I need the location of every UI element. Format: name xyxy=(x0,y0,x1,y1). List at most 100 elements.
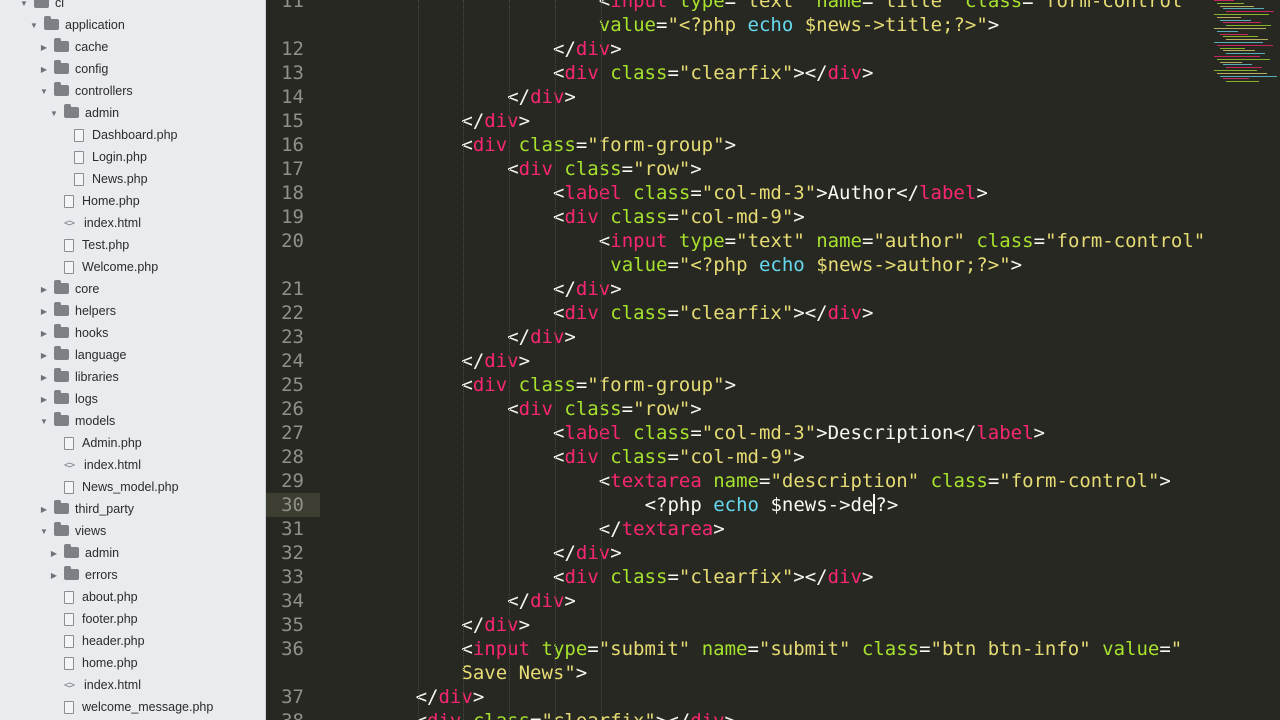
code-token: type xyxy=(678,230,725,252)
code-token: class xyxy=(964,0,1023,12)
code-line[interactable]: </div> xyxy=(416,685,485,709)
tree-folder-ci[interactable]: ▼ ci xyxy=(0,0,265,14)
code-token: = xyxy=(667,206,679,228)
chevron-right-icon[interactable]: ▶ xyxy=(38,351,50,360)
chevron-right-icon[interactable]: ▶ xyxy=(38,395,50,404)
line-number: 24 xyxy=(281,350,304,372)
tree-file-news-model-php[interactable]: News_model.php xyxy=(0,476,265,498)
chevron-right-icon[interactable]: ▶ xyxy=(38,307,50,316)
code-line[interactable]: Save News"> xyxy=(461,661,587,685)
code-token: > xyxy=(976,182,988,204)
code-token: "description" xyxy=(770,470,920,492)
tree-folder-admin[interactable]: ▼ admin xyxy=(0,102,265,124)
code-token: div xyxy=(472,374,508,396)
tree-file-index-html[interactable]: <> index.html xyxy=(0,454,265,476)
code-line[interactable]: <textarea name="description" class="form… xyxy=(599,469,1171,493)
code-line[interactable]: </div> xyxy=(507,589,576,613)
tree-folder-cache[interactable]: ▶ cache xyxy=(0,36,265,58)
tree-folder-admin[interactable]: ▶ admin xyxy=(0,542,265,564)
code-line[interactable]: <input type="text" name="title" class="f… xyxy=(599,0,1194,13)
tree-item-label: Dashboard.php xyxy=(92,128,178,142)
tree-folder-language[interactable]: ▶ language xyxy=(0,344,265,366)
tree-folder-controllers[interactable]: ▼ controllers xyxy=(0,80,265,102)
chevron-right-icon[interactable]: ▶ xyxy=(38,285,50,294)
chevron-down-icon[interactable]: ▼ xyxy=(18,0,30,8)
chevron-right-icon[interactable]: ▶ xyxy=(38,43,50,52)
tree-folder-logs[interactable]: ▶ logs xyxy=(0,388,265,410)
tree-file-welcome-message-php[interactable]: welcome_message.php xyxy=(0,696,265,718)
tree-folder-errors[interactable]: ▶ errors xyxy=(0,564,265,586)
tree-item-label: Home.php xyxy=(82,194,140,208)
code-token: div xyxy=(518,158,553,180)
code-line[interactable]: <div class="row"> xyxy=(507,157,702,181)
code-token: = xyxy=(987,470,1000,492)
tree-file-index-html[interactable]: <> index.html xyxy=(0,674,265,696)
code-line[interactable]: value="<?php echo $news->author;?>"> xyxy=(599,253,1022,277)
code-editor[interactable]: 11 <input type="text" name="title" class=… xyxy=(266,0,1280,720)
tree-item-label: ci xyxy=(55,0,65,10)
code-line[interactable]: </div> xyxy=(553,37,622,61)
chevron-down-icon[interactable]: ▼ xyxy=(38,417,50,426)
code-line[interactable]: <label class="col-md-3">Description</lab… xyxy=(553,421,1045,445)
code-line[interactable]: </div> xyxy=(461,109,530,133)
chevron-down-icon[interactable]: ▼ xyxy=(48,109,60,118)
code-line[interactable]: </textarea> xyxy=(599,517,725,541)
chevron-right-icon[interactable]: ▶ xyxy=(38,505,50,514)
chevron-right-icon[interactable]: ▶ xyxy=(38,65,50,74)
tree-folder-core[interactable]: ▶ core xyxy=(0,278,265,300)
tree-file-about-php[interactable]: about.php xyxy=(0,586,265,608)
tree-file-test-php[interactable]: Test.php xyxy=(0,234,265,256)
code-token: div xyxy=(575,38,611,60)
code-line[interactable]: </div> xyxy=(553,277,622,301)
tree-folder-helpers[interactable]: ▶ helpers xyxy=(0,300,265,322)
code-line[interactable]: <input type="text" name="author" class="… xyxy=(599,229,1205,253)
tree-folder-views[interactable]: ▼ views xyxy=(0,520,265,542)
chevron-right-icon[interactable]: ▶ xyxy=(48,571,60,580)
chevron-right-icon[interactable]: ▶ xyxy=(48,549,60,558)
code-line[interactable]: <?php echo $news->de ?> xyxy=(645,493,898,517)
tree-folder-config[interactable]: ▶ config xyxy=(0,58,265,80)
minimap-line xyxy=(1214,42,1263,43)
code-line[interactable]: <div class="form-group"> xyxy=(461,133,736,157)
code-line[interactable]: <div class="col-md-9"> xyxy=(553,445,805,469)
code-line[interactable]: </div> xyxy=(553,541,622,565)
tree-file-news-php[interactable]: News.php xyxy=(0,168,265,190)
tree-folder-libraries[interactable]: ▶ libraries xyxy=(0,366,265,388)
code-token: "form-control" xyxy=(1045,230,1206,252)
code-line[interactable]: <div class="form-group"> xyxy=(461,373,736,397)
minimap[interactable] xyxy=(1206,0,1277,90)
chevron-right-icon[interactable]: ▶ xyxy=(38,329,50,338)
tree-file-home-php[interactable]: Home.php xyxy=(0,190,265,212)
tree-file-dashboard-php[interactable]: Dashboard.php xyxy=(0,124,265,146)
tree-file-admin-php[interactable]: Admin.php xyxy=(0,432,265,454)
tree-file-header-php[interactable]: header.php xyxy=(0,630,265,652)
code-token: ></ xyxy=(793,62,828,84)
tree-folder-third-party[interactable]: ▶ third_party xyxy=(0,498,265,520)
tree-folder-application[interactable]: ▼ application xyxy=(0,14,265,36)
tree-file-welcome-php[interactable]: Welcome.php xyxy=(0,256,265,278)
code-line[interactable]: </div> xyxy=(461,349,530,373)
code-line[interactable]: <label class="col-md-3">Author</label> xyxy=(553,181,988,205)
code-line[interactable]: </div> xyxy=(461,613,530,637)
line-number: 25 xyxy=(281,374,304,396)
code-line[interactable]: </div> xyxy=(507,325,576,349)
code-token: "col-md-3" xyxy=(701,182,817,204)
chevron-down-icon[interactable]: ▼ xyxy=(38,527,50,536)
code-line[interactable]: <input type="submit" name="submit" class… xyxy=(461,637,1182,661)
tree-file-index-html[interactable]: <> index.html xyxy=(0,212,265,234)
chevron-down-icon[interactable]: ▼ xyxy=(28,21,40,30)
line-number: 14 xyxy=(281,86,304,108)
chevron-down-icon[interactable]: ▼ xyxy=(38,87,50,96)
code-line[interactable]: value="<?php echo $news->title;?>"> xyxy=(599,13,999,37)
code-line[interactable]: <div class="row"> xyxy=(507,397,702,421)
tree-file-login-php[interactable]: Login.php xyxy=(0,146,265,168)
indent-guide xyxy=(463,0,465,720)
tree-file-home-php[interactable]: home.php xyxy=(0,652,265,674)
tree-file-footer-php[interactable]: footer.php xyxy=(0,608,265,630)
code-line[interactable]: </div> xyxy=(507,85,576,109)
tree-folder-models[interactable]: ▼ models xyxy=(0,410,265,432)
tree-folder-hooks[interactable]: ▶ hooks xyxy=(0,322,265,344)
code-line[interactable]: <div class="col-md-9"> xyxy=(553,205,805,229)
chevron-right-icon[interactable]: ▶ xyxy=(38,373,50,382)
